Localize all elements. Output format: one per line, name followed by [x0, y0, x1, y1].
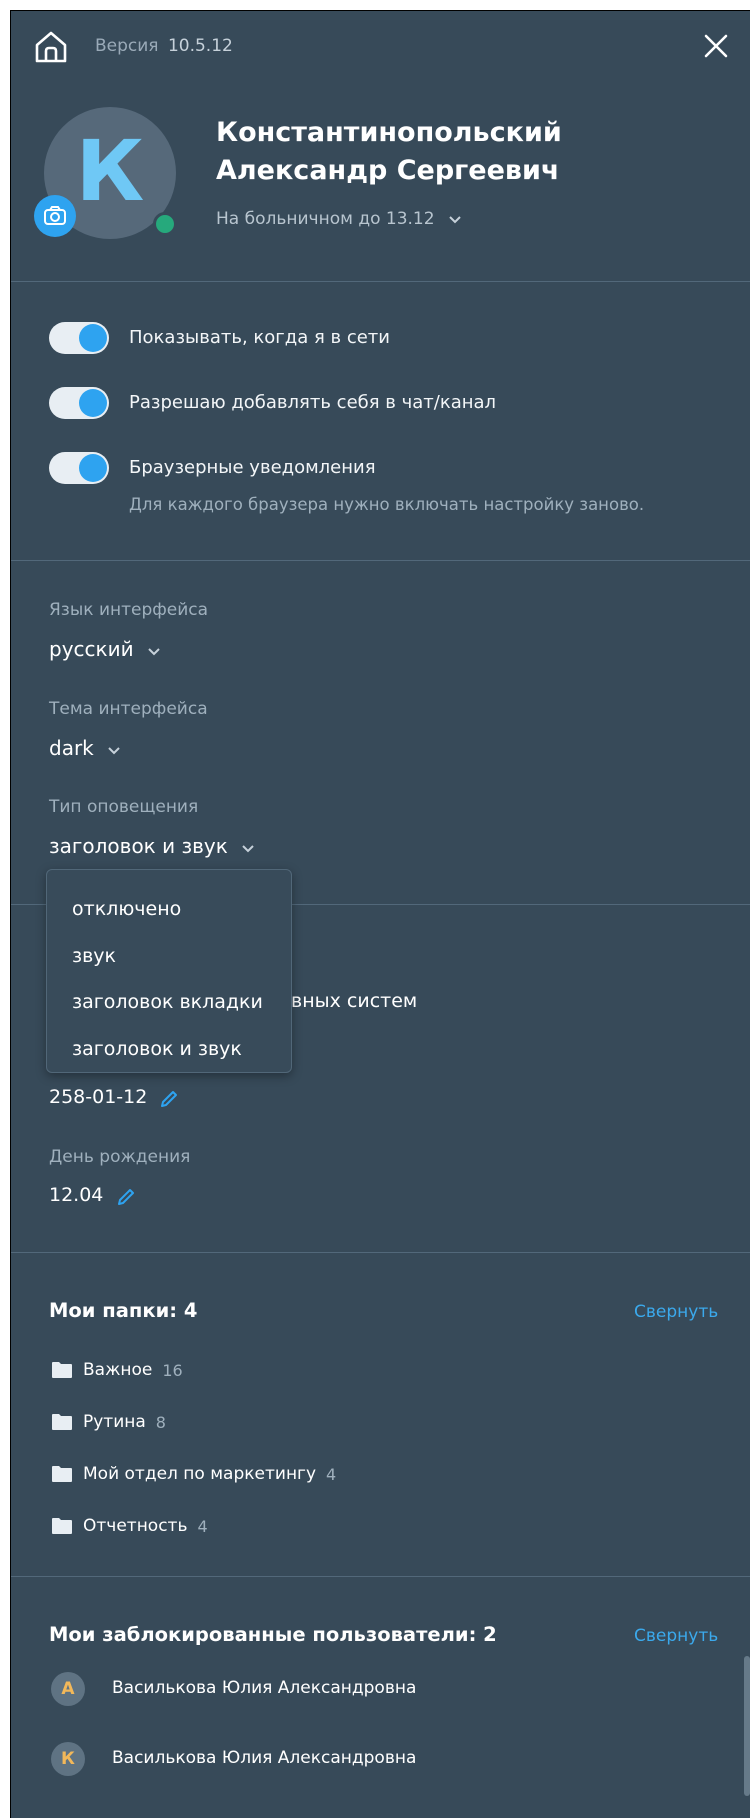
folder-name: Мой отдел по маркетингу	[83, 1464, 317, 1484]
folder-item[interactable]: Важное 16	[51, 1358, 183, 1382]
theme-value: dark	[49, 736, 94, 760]
close-icon[interactable]	[701, 31, 731, 61]
phone-field: 258-01-12	[49, 1086, 180, 1110]
blocked-collapse-link[interactable]: Свернуть	[634, 1626, 718, 1646]
folder-item[interactable]: Мой отдел по маркетингу 4	[51, 1462, 336, 1486]
settings-panel: Версия 10.5.12 К Константинопольский Але…	[10, 10, 750, 1818]
blocked-user-name[interactable]: Василькова Юлия Александровна	[112, 1678, 416, 1698]
profile-status: На больничном до 13.12	[216, 209, 435, 229]
folder-item[interactable]: Рутина 8	[51, 1410, 166, 1434]
folder-item[interactable]: Отчетность 4	[51, 1514, 208, 1538]
toggle-online-visibility-label: Показывать, когда я в сети	[129, 327, 390, 348]
blocked-user-name[interactable]: Василькова Юлия Александровна	[112, 1748, 416, 1768]
phone-value: 258-01-12	[49, 1086, 148, 1108]
online-status-dot	[153, 212, 177, 236]
chevron-down-icon	[108, 746, 120, 754]
folders-title: Мои папки: 4	[49, 1299, 198, 1322]
avatar: К	[51, 1742, 85, 1776]
camera-icon[interactable]	[34, 195, 76, 237]
blocked-title: Мои заблокированные пользователи: 2	[49, 1623, 497, 1646]
folder-count: 4	[326, 1464, 337, 1484]
folder-icon	[52, 1518, 72, 1534]
folder-count: 16	[162, 1360, 183, 1380]
version-info: Версия 10.5.12	[95, 36, 233, 56]
dropdown-option-sound[interactable]: звук	[72, 945, 116, 967]
toggle-browser-notifications-label: Браузерные уведомления	[129, 457, 376, 478]
notification-type-dropdown: отключено звук заголовок вкладки заголов…	[46, 869, 292, 1073]
pencil-icon[interactable]	[115, 1186, 137, 1208]
divider	[11, 1252, 750, 1253]
folder-name: Рутина	[83, 1412, 146, 1432]
folder-icon	[52, 1414, 72, 1430]
avatar: А	[51, 1672, 85, 1706]
divider	[11, 281, 750, 282]
folder-icon	[52, 1362, 72, 1378]
profile-name-line1: Константинопольский	[216, 117, 562, 148]
toggle-allow-add-to-chat[interactable]	[49, 387, 109, 419]
language-caption: Язык интерфейса	[49, 600, 209, 620]
dropdown-option-title-and-sound[interactable]: заголовок и звук	[72, 1038, 242, 1060]
folder-count: 4	[197, 1516, 208, 1536]
theme-caption: Тема интерфейса	[49, 699, 208, 719]
scrollbar-thumb[interactable]	[744, 1656, 750, 1796]
divider	[11, 1576, 750, 1577]
toggle-allow-add-to-chat-label: Разрешаю добавлять себя в чат/канал	[129, 392, 497, 413]
notification-value: заголовок и звук	[49, 834, 228, 858]
dropdown-option-tab-title[interactable]: заголовок вкладки	[72, 991, 263, 1013]
notification-caption: Тип оповещения	[49, 797, 199, 817]
folders-collapse-link[interactable]: Свернуть	[634, 1302, 718, 1322]
toggle-online-visibility[interactable]	[49, 322, 109, 354]
home-icon[interactable]	[33, 29, 69, 65]
language-value: русский	[49, 637, 134, 661]
version-number: 10.5.12	[167, 36, 233, 56]
partial-hidden-text: вных систем	[291, 990, 418, 1012]
profile-status-dropdown[interactable]: На больничном до 13.12	[216, 209, 462, 229]
profile-name-line2: Александр Сергеевич	[216, 155, 560, 186]
notification-select[interactable]: заголовок и звук	[49, 834, 255, 858]
folder-name: Важное	[83, 1360, 153, 1380]
dropdown-option-off[interactable]: отключено	[72, 898, 181, 920]
folder-icon	[52, 1466, 72, 1482]
birthday-field: 12.04	[49, 1184, 137, 1208]
chevron-down-icon	[147, 647, 160, 655]
pencil-icon[interactable]	[158, 1088, 180, 1110]
language-select[interactable]: русский	[49, 637, 161, 661]
birthday-value: 12.04	[49, 1184, 104, 1206]
divider	[11, 560, 750, 561]
theme-select[interactable]: dark	[49, 736, 121, 760]
folder-name: Отчетность	[83, 1516, 188, 1536]
chevron-down-icon	[448, 215, 461, 223]
browser-notifications-hint: Для каждого браузера нужно включать наст…	[129, 495, 645, 514]
toggle-browser-notifications[interactable]	[49, 452, 109, 484]
folder-count: 8	[155, 1412, 166, 1432]
chevron-down-icon	[242, 844, 254, 852]
version-label: Версия	[95, 36, 159, 56]
birthday-caption: День рождения	[49, 1147, 191, 1167]
